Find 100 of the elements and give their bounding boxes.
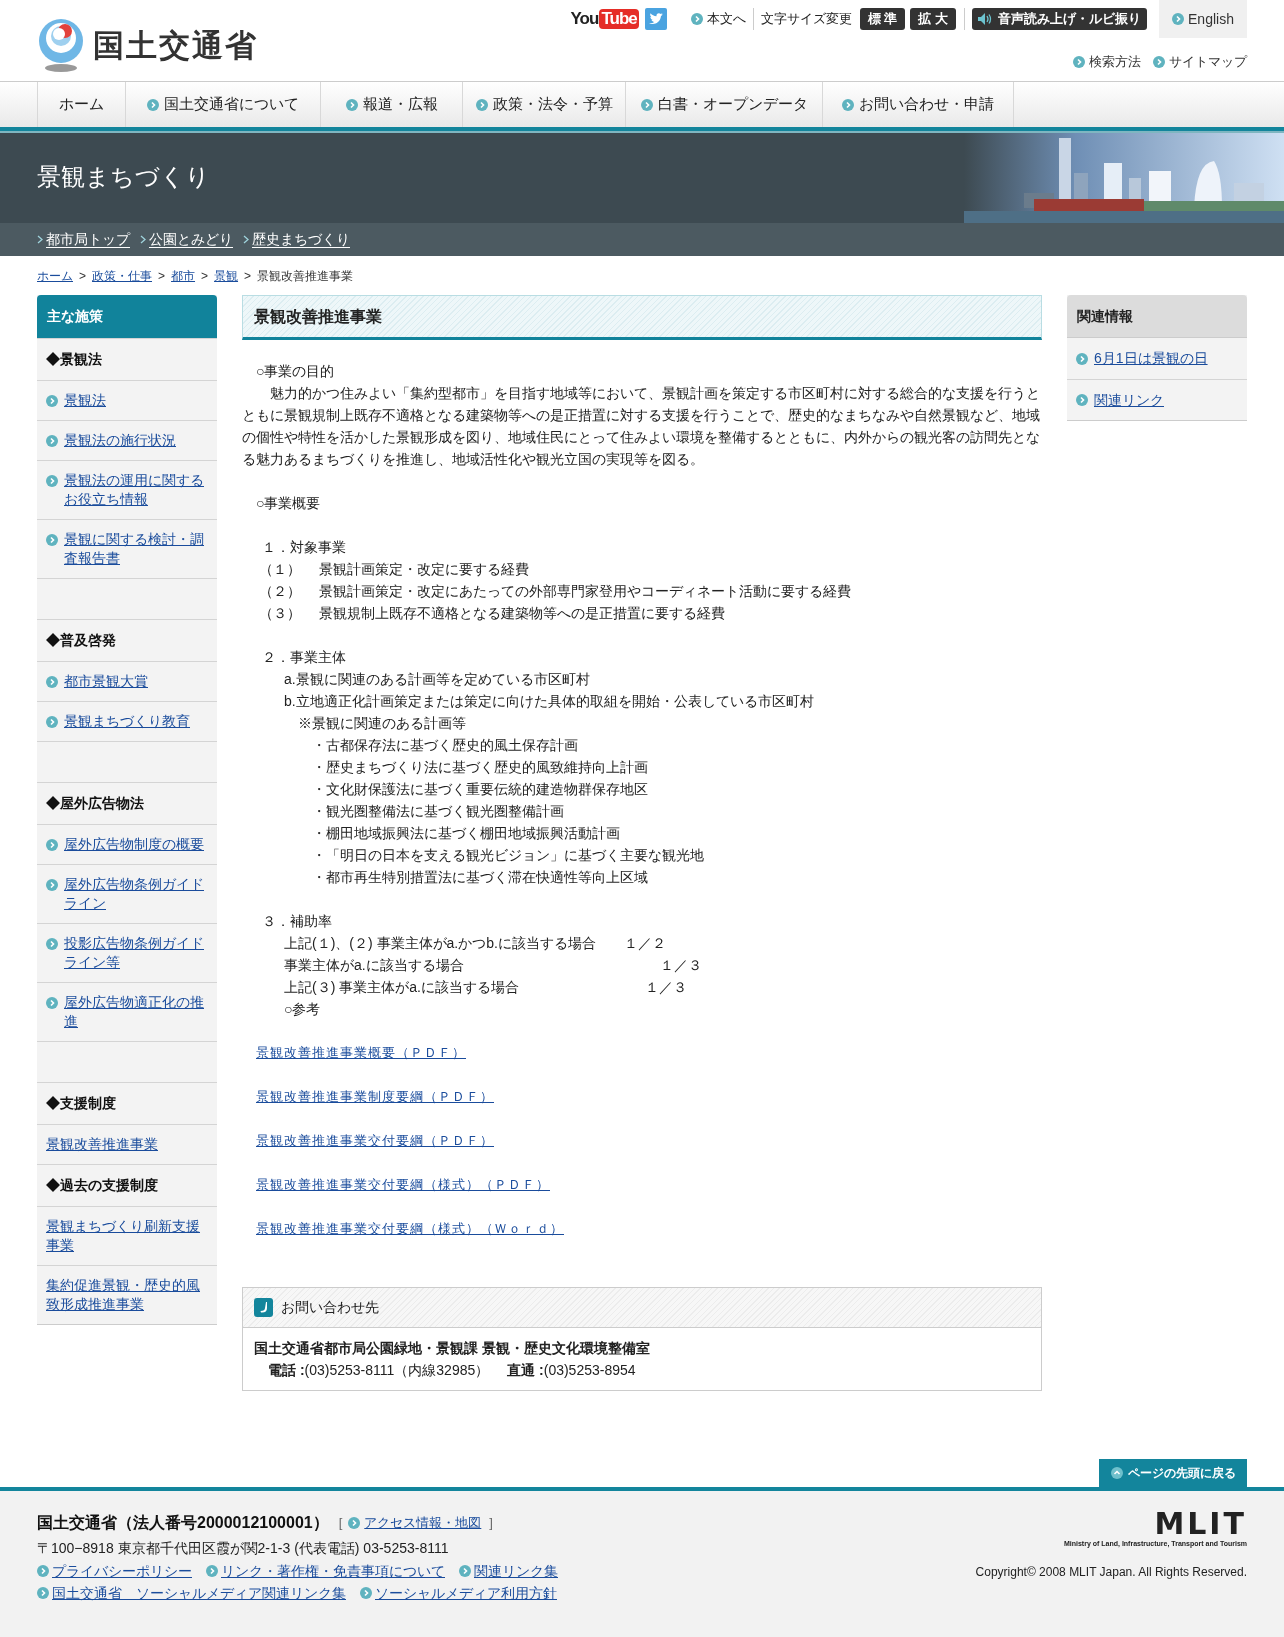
font-size-button[interactable]: 標 準	[859, 8, 906, 30]
sidebar-link[interactable]: 屋外広告物適正化の推進	[64, 993, 208, 1031]
document-link[interactable]: 景観改善推進事業概要（ＰＤＦ）	[256, 1045, 466, 1060]
chevron-icon	[37, 1587, 49, 1599]
speaker-icon	[978, 13, 994, 25]
footer-link[interactable]: リンク・著作権・免責事項について	[221, 1560, 445, 1582]
footer-link[interactable]: ソーシャルメディア利用方針	[375, 1582, 557, 1604]
contact-office: 国土交通省都市局公園緑地・景観課 景観・歴史文化環境整備室	[254, 1339, 651, 1358]
document-link[interactable]: 景観改善推進事業交付要綱（ＰＤＦ）	[256, 1133, 494, 1148]
sidebar-link[interactable]: 屋外広告物条例ガイドライン	[64, 875, 208, 913]
chevron-icon	[46, 839, 58, 851]
sidebar-link[interactable]: 都市景観大賞	[64, 672, 148, 691]
body-text: （２） 景観計画策定・改定にあたっての外部専門家登用やコーディネート活動に要する経費	[258, 582, 852, 601]
contact-title: お問い合わせ先	[281, 1298, 379, 1317]
footer-link[interactable]: プライバシーポリシー	[52, 1560, 192, 1582]
chevron-icon	[46, 435, 58, 447]
body-text: ・文化財保護法に基づく重要伝統的建造物群保存地区	[311, 780, 649, 799]
contact-phone: 電話 :(03)5253-8111（内線32985） 直通 :(03)5253-8954	[267, 1361, 637, 1380]
subnav-link[interactable]: 公園とみどり	[140, 229, 233, 250]
body-paragraph: 魅力的かつ住みよい「集約型都市」を目指す地域等において、景観計画を策定する市区町村に対する総合的な支援を行うとともに景観規制上既存不適格となる建築物等への是正措置に対する支援を行うことで、歴史的なまちなみや自然景観など、地域の個性や特性を活かした景観形成を図り、地域住民にとって住みよい環境を整備するとともに、内外からの観光客の訪問先となる魅力あるまちづくりを推進し、地域活性化や観光立国の実現等を図る。	[242, 384, 1041, 469]
subnav-link[interactable]: 歴史まちづくり	[243, 229, 350, 250]
document-link[interactable]: 景観改善推進事業交付要綱（様式）（ＰＤＦ）	[256, 1177, 550, 1192]
body-text: ・古都保存法に基づく歴史的風土保存計画	[311, 736, 579, 755]
sidebar-link[interactable]: 景観法の運用に関するお役立ち情報	[64, 471, 208, 509]
bracket-text: ]	[489, 1514, 493, 1532]
document-link[interactable]: 景観改善推進事業交付要綱（様式）（Ｗｏｒｄ）	[256, 1221, 564, 1236]
chevron-icon	[842, 98, 854, 111]
sidebar-heading: ◆屋外広告物法	[46, 794, 145, 813]
header-link[interactable]: 検索方法	[1073, 52, 1141, 72]
body-text: a.景観に関連のある計画等を定めている市区町村	[283, 670, 591, 689]
page-title: 景観まちづくり	[37, 162, 210, 192]
body-text: ３．補助率	[261, 912, 333, 931]
header-link[interactable]: サイトマップ	[1153, 52, 1247, 72]
chevron-icon	[1076, 394, 1088, 406]
font-size-button[interactable]: 拡 大	[910, 8, 956, 30]
body-text: ・観光圏整備法に基づく観光圏整備計画	[311, 802, 565, 821]
footer-link[interactable]: 国土交通省 ソーシャルメディア関連リンク集	[52, 1582, 346, 1604]
breadcrumb-separator: >	[201, 267, 209, 285]
chevron-icon	[46, 997, 58, 1009]
chevron-icon	[46, 475, 58, 487]
chevron-icon	[46, 395, 58, 407]
body-text: ２．事業主体	[261, 648, 347, 667]
chevron-icon	[348, 1517, 361, 1529]
chevron-icon	[459, 1565, 471, 1577]
sidebar-heading: ◆普及啓発	[46, 631, 117, 650]
sidebar-link[interactable]: 景観法	[64, 391, 106, 410]
sidebar-heading: ◆過去の支援制度	[46, 1176, 159, 1195]
chevron-icon	[475, 98, 488, 111]
body-text: １．対象事業	[261, 538, 347, 557]
body-text: b.立地適正化計画策定または策定に向けた具体的取組を開始・公表している市区町村	[283, 692, 815, 711]
breadcrumb-link[interactable]: ホーム	[37, 266, 73, 285]
sidebar-link[interactable]: 関連リンク	[1094, 389, 1164, 411]
logo-text: 国土交通省	[93, 26, 258, 65]
chevron-icon	[640, 98, 653, 111]
phone-icon	[254, 1298, 273, 1317]
bird-icon[interactable]	[644, 8, 667, 30]
body-text: ○事業の目的	[255, 362, 336, 381]
body-text: （３） 景観規制上既存不適格となる建築物等への是正措置に要する経費	[258, 604, 726, 623]
footer-link[interactable]: 関連リンク集	[474, 1560, 558, 1582]
sidebar-link[interactable]: 集約促進景観・歴史的風致形成推進事業	[46, 1276, 208, 1314]
breadcrumb-link[interactable]: 政策・仕事	[92, 266, 152, 285]
body-text: ・「明日の日本を支える観光ビジョン」に基づく主要な観光地	[311, 846, 705, 865]
chevron-icon	[1076, 352, 1088, 365]
page-top-button[interactable]: ページの先頭に戻る	[1099, 1459, 1247, 1487]
skip-link[interactable]: 本文へ	[690, 8, 754, 30]
copyright-text: Copyright© 2008 MLIT Japan. All Rights Reserved.	[975, 1564, 1247, 1581]
breadcrumb-separator: >	[158, 267, 166, 285]
chevron-icon	[1073, 55, 1085, 68]
breadcrumb-link[interactable]: 景観	[214, 266, 239, 285]
sidebar-link[interactable]: 景観に関する検討・調査報告書	[64, 530, 208, 568]
chevron-icon	[690, 13, 703, 25]
chevron-icon	[46, 879, 58, 891]
sidebar-link[interactable]: 景観まちづくり教育	[64, 712, 190, 731]
subnav-link[interactable]: 都市局トップ	[37, 229, 130, 250]
speech-button[interactable]: 音声読み上げ・ルビ振り	[972, 8, 1147, 30]
chevron-icon	[37, 235, 43, 244]
breadcrumb-separator: >	[244, 267, 252, 285]
sidebar-link[interactable]: 景観改善推進事業	[46, 1135, 208, 1154]
body-text: ・都市再生特別措置法に基づく滞在快適性等向上区域	[311, 868, 649, 887]
sidebar-link[interactable]: 景観法の施行状況	[64, 431, 176, 450]
document-link[interactable]: 景観改善推進事業制度要綱（ＰＤＦ）	[256, 1089, 494, 1104]
language-link[interactable]: English	[1159, 0, 1247, 38]
sidebar-title: 主な施策	[37, 295, 217, 338]
sidebar-link[interactable]: 景観まちづくり刷新支援事業	[46, 1217, 208, 1255]
bracket-text: [	[338, 1514, 343, 1532]
sidebar-link[interactable]: 6月1日は景観の日	[1094, 348, 1208, 369]
body-text: 事業主体がa.に該当する場合 １／３	[283, 956, 703, 975]
body-text: ○参考	[283, 1000, 322, 1019]
footer-org: 国土交通省（法人番号2000012100001）	[37, 1513, 329, 1533]
sidebar-heading: ◆景観法	[46, 350, 103, 369]
chevron-icon	[360, 1587, 372, 1599]
breadcrumb-separator: >	[79, 267, 86, 285]
sidebar-link[interactable]: 投影広告物条例ガイドライン等	[64, 934, 208, 972]
body-text: ・棚田地域振興法に基づく棚田地域振興活動計画	[311, 824, 621, 843]
video-logo[interactable]: You Tube	[570, 6, 639, 32]
sidebar-title: 関連情報	[1067, 295, 1247, 338]
access-link[interactable]: アクセス情報・地図	[364, 1511, 482, 1535]
breadcrumb-link[interactable]: 都市	[171, 266, 196, 285]
chevron-icon	[46, 938, 58, 950]
sidebar-link[interactable]: 屋外広告物制度の概要	[64, 835, 204, 854]
